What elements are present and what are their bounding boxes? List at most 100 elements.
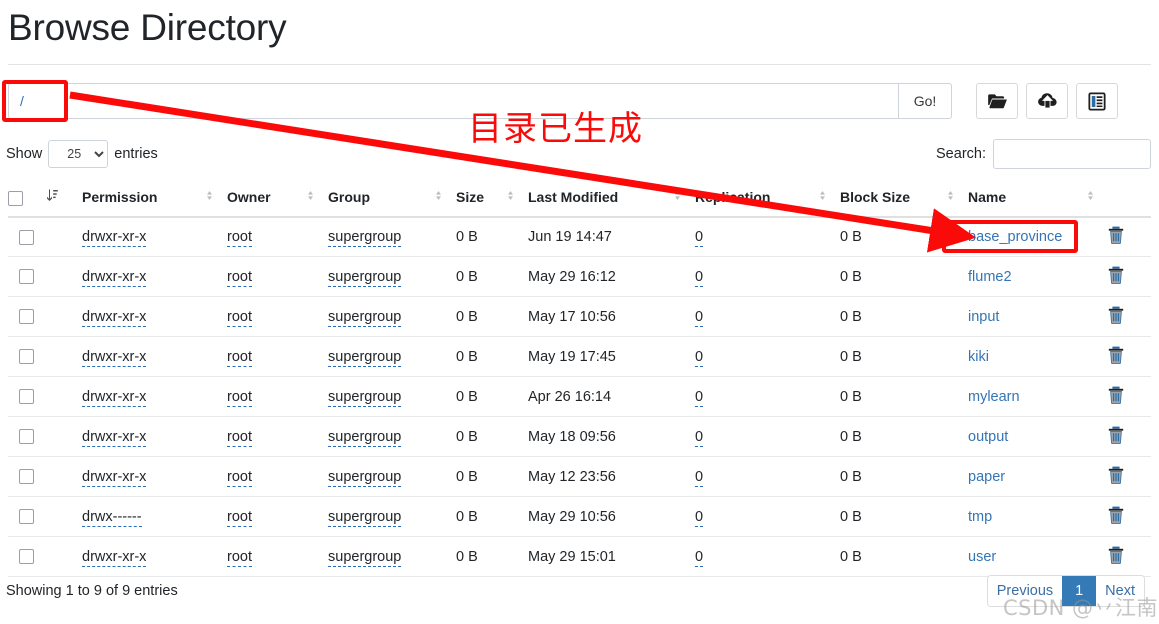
permission-value[interactable]: drwxr-xr-x	[82, 308, 147, 327]
permission-value[interactable]: drwxr-xr-x	[82, 468, 147, 487]
row-checkbox[interactable]	[19, 549, 34, 565]
owner-value[interactable]: root	[227, 508, 252, 527]
group-value[interactable]: supergroup	[328, 308, 402, 327]
page-length-select[interactable]: 25	[48, 140, 109, 168]
trash-icon[interactable]	[1108, 306, 1124, 328]
row-spacer-cell	[46, 336, 82, 378]
browse-directory-page: Browse Directory Go!	[0, 0, 1159, 624]
row-checkbox[interactable]	[19, 429, 34, 445]
replication-value[interactable]: 0	[695, 508, 704, 527]
replication-value[interactable]: 0	[695, 468, 704, 487]
replication-value[interactable]: 0	[695, 229, 704, 248]
row-checkbox[interactable]	[19, 269, 34, 285]
size-value: 0 B	[456, 348, 478, 365]
go-button[interactable]: Go!	[898, 83, 952, 119]
row-checkbox[interactable]	[19, 349, 34, 365]
cell-replication: 0	[695, 216, 840, 258]
trash-icon[interactable]	[1108, 466, 1124, 488]
th-group[interactable]: Group	[328, 183, 456, 218]
cell-delete	[1108, 296, 1151, 338]
directory-name-link[interactable]: output	[968, 429, 1008, 445]
group-value[interactable]: supergroup	[328, 388, 402, 407]
cell-block-size: 0 B	[840, 536, 968, 578]
row-checkbox[interactable]	[19, 389, 34, 405]
trash-icon[interactable]	[1108, 346, 1124, 368]
replication-value[interactable]: 0	[695, 308, 704, 327]
directory-name-link[interactable]: user	[968, 549, 996, 565]
cell-replication: 0	[695, 256, 840, 298]
owner-value[interactable]: root	[227, 428, 252, 447]
permission-value[interactable]: drwxr-xr-x	[82, 268, 147, 287]
directory-name-link[interactable]: flume2	[968, 269, 1012, 285]
permission-value[interactable]: drwxr-xr-x	[82, 428, 147, 447]
th-name[interactable]: Name	[968, 183, 1108, 218]
row-checkbox[interactable]	[19, 229, 34, 245]
permission-value[interactable]: drwx------	[82, 508, 142, 527]
path-input[interactable]	[8, 83, 898, 119]
replication-value[interactable]: 0	[695, 348, 704, 367]
cell-replication: 0	[695, 536, 840, 578]
new-directory-button[interactable]	[976, 83, 1018, 119]
group-value[interactable]: supergroup	[328, 348, 402, 367]
th-owner[interactable]: Owner	[227, 183, 328, 218]
cell-replication: 0	[695, 296, 840, 338]
owner-value[interactable]: root	[227, 229, 252, 248]
directory-name-link[interactable]: mylearn	[968, 389, 1020, 405]
th-sort-order[interactable]	[46, 183, 82, 218]
row-checkbox[interactable]	[19, 509, 34, 525]
owner-value[interactable]: root	[227, 268, 252, 287]
replication-value[interactable]: 0	[695, 388, 704, 407]
replication-value[interactable]: 0	[695, 268, 704, 287]
table-row: drwxr-xr-x root supergroup 0 B May 29 15:01 0…	[8, 536, 1151, 578]
permission-value[interactable]: drwxr-xr-x	[82, 548, 147, 567]
pagination-next[interactable]: Next	[1096, 576, 1144, 606]
folder-open-icon	[987, 93, 1008, 110]
th-block-size-label: Block Size	[840, 189, 911, 206]
upload-file-button[interactable]	[1026, 83, 1068, 119]
owner-value[interactable]: root	[227, 548, 252, 567]
permission-value[interactable]: drwxr-xr-x	[82, 229, 147, 248]
block-size-value: 0 B	[840, 468, 862, 485]
permission-value[interactable]: drwxr-xr-x	[82, 348, 147, 367]
trash-icon[interactable]	[1108, 386, 1124, 408]
directory-name-link[interactable]: tmp	[968, 509, 992, 525]
group-value[interactable]: supergroup	[328, 508, 402, 527]
th-size[interactable]: Size	[456, 183, 528, 218]
th-block-size[interactable]: Block Size	[840, 183, 968, 218]
select-all-checkbox[interactable]	[8, 190, 23, 206]
owner-value[interactable]: root	[227, 348, 252, 367]
directory-name-link[interactable]: input	[968, 309, 999, 325]
pagination-previous[interactable]: Previous	[987, 576, 1063, 606]
cell-size: 0 B	[456, 296, 528, 338]
trash-icon[interactable]	[1108, 226, 1124, 248]
trash-icon[interactable]	[1108, 506, 1124, 528]
group-value[interactable]: supergroup	[328, 428, 402, 447]
permission-value[interactable]: drwxr-xr-x	[82, 388, 147, 407]
group-value[interactable]: supergroup	[328, 548, 402, 567]
cut-paste-button[interactable]	[1076, 83, 1118, 119]
search-input[interactable]	[993, 139, 1151, 169]
directory-name-link[interactable]: paper	[968, 469, 1005, 485]
cell-block-size: 0 B	[840, 416, 968, 458]
group-value[interactable]: supergroup	[328, 268, 402, 287]
owner-value[interactable]: root	[227, 308, 252, 327]
th-permission[interactable]: Permission	[82, 183, 227, 218]
replication-value[interactable]: 0	[695, 428, 704, 447]
row-checkbox[interactable]	[19, 309, 34, 325]
table-row: drwxr-xr-x root supergroup 0 B May 29 16:12 0…	[8, 256, 1151, 298]
directory-name-link[interactable]: kiki	[968, 349, 989, 365]
row-checkbox[interactable]	[19, 469, 34, 485]
th-replication[interactable]: Replication	[695, 183, 840, 218]
replication-value[interactable]: 0	[695, 548, 704, 567]
owner-value[interactable]: root	[227, 388, 252, 407]
trash-icon[interactable]	[1108, 426, 1124, 448]
directory-name-link[interactable]: base_province	[968, 229, 1062, 245]
cell-size: 0 B	[456, 536, 528, 578]
trash-icon[interactable]	[1108, 546, 1124, 568]
trash-icon[interactable]	[1108, 266, 1124, 288]
th-last-modified[interactable]: Last Modified	[528, 183, 695, 218]
pagination-page-1[interactable]: 1	[1062, 576, 1097, 606]
owner-value[interactable]: root	[227, 468, 252, 487]
group-value[interactable]: supergroup	[328, 468, 402, 487]
group-value[interactable]: supergroup	[328, 229, 402, 248]
